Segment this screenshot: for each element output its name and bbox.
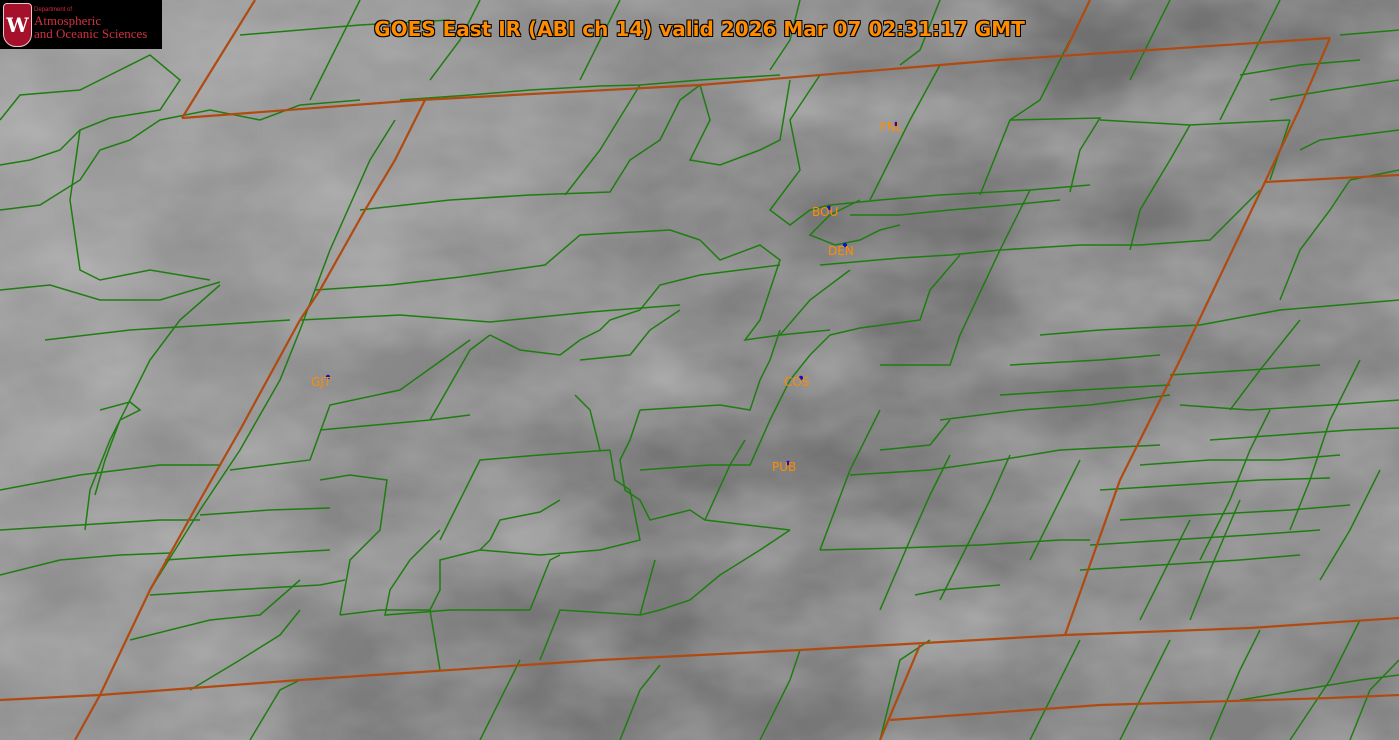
satellite-map: FNL BOU DEN GJT COS PUB <box>0 0 1399 740</box>
logo-line-2: and Oceanic Sciences <box>34 26 148 41</box>
station-label-bou: BOU <box>812 205 838 219</box>
station-label-gjt: GJT <box>311 375 332 389</box>
station-label-cos: COS <box>784 375 809 389</box>
university-seal-icon: W <box>3 3 32 47</box>
station-label-pub: PUB <box>772 460 796 474</box>
cloud-texture <box>0 0 1399 740</box>
station-label-den: DEN <box>828 244 854 258</box>
station-label-fnl: FNL <box>880 120 903 134</box>
image-title: GOES East IR (ABI ch 14) valid 2026 Mar … <box>374 17 1025 41</box>
department-logo: W Department of Atmospheric and Oceanic … <box>0 0 162 49</box>
